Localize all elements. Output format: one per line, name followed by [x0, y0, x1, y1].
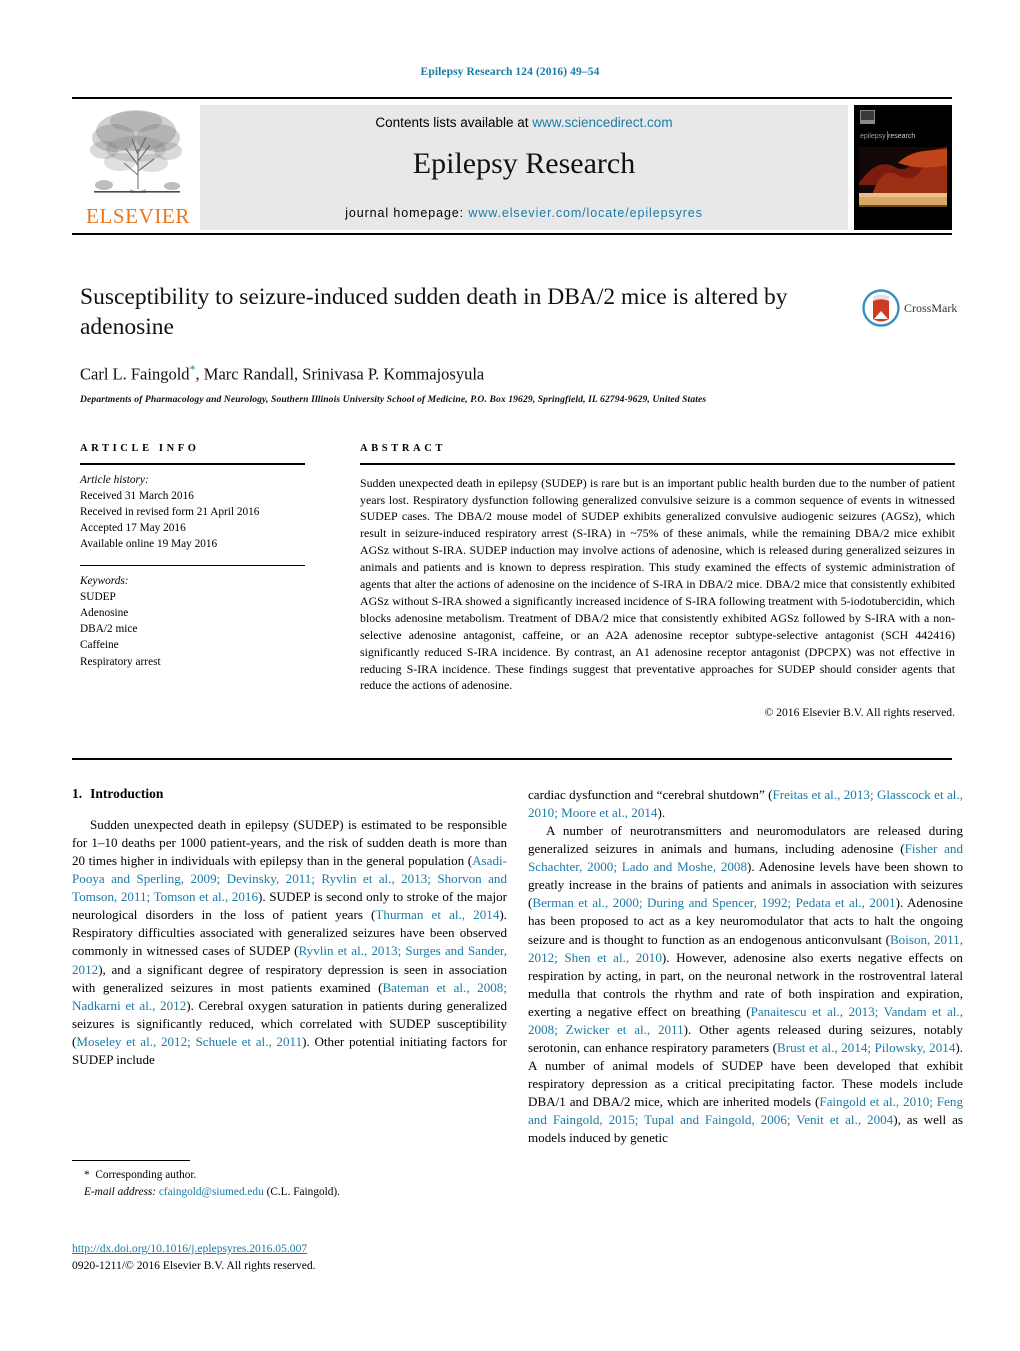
- doi-block: http://dx.doi.org/10.1016/j.eplepsyres.2…: [72, 1240, 507, 1275]
- article-info-rule: [80, 463, 305, 465]
- article-history-label: Article history:: [80, 473, 149, 486]
- keyword-item: Adenosine: [80, 607, 129, 620]
- journal-masthead: ELSEVIER Contents lists available at www…: [72, 97, 952, 232]
- crossmark-icon: [862, 289, 900, 327]
- svg-text:research: research: [888, 133, 915, 140]
- masthead-bottom-rule: [72, 233, 952, 236]
- intro-text: A number of neurotransmitters and neurom…: [528, 823, 963, 857]
- body-column-right: cardiac dysfunction and “cerebral shutdo…: [528, 786, 963, 1147]
- intro-paragraph-right: A number of neurotransmitters and neurom…: [528, 822, 963, 1147]
- elsevier-wordmark: ELSEVIER: [86, 204, 190, 228]
- crossmark-badge[interactable]: CrossMark: [862, 288, 958, 328]
- citation-link[interactable]: Moseley et al., 2012; Schuele et al., 20…: [76, 1034, 302, 1049]
- elsevier-tree-icon: [90, 110, 182, 193]
- journal-homepage-line: journal homepage: www.elsevier.com/locat…: [200, 206, 848, 220]
- section-heading-introduction: 1. Introduction: [72, 786, 507, 802]
- author-list: Carl L. Faingold*, Marc Randall, Sriniva…: [80, 362, 840, 385]
- footnote-marker: *: [84, 1169, 90, 1182]
- abstract-copyright: © 2016 Elsevier B.V. All rights reserved…: [764, 706, 955, 720]
- corresponding-author-footnote: * Corresponding author. E-mail address: …: [72, 1160, 507, 1200]
- citation-link[interactable]: Berman et al., 2000; During and Spencer,…: [532, 895, 895, 910]
- elsevier-logo: ELSEVIER: [72, 105, 200, 230]
- author-first: Carl L. Faingold: [80, 364, 190, 384]
- article-info-heading: ARTICLE INFO: [80, 443, 200, 454]
- keyword-item: Respiratory arrest: [80, 655, 161, 668]
- article-history-item: Accepted 17 May 2016: [80, 521, 186, 534]
- sciencedirect-link[interactable]: www.sciencedirect.com: [532, 115, 672, 130]
- keyword-item: Caffeine: [80, 639, 119, 652]
- keyword-item: DBA/2 mice: [80, 623, 138, 636]
- intro-paragraph-left: Sudden unexpected death in epilepsy (SUD…: [72, 816, 507, 1069]
- intro-text: cardiac dysfunction and “cerebral shutdo…: [528, 787, 773, 802]
- keyword-item: SUDEP: [80, 591, 116, 604]
- email-label: E-mail address:: [84, 1185, 157, 1198]
- footnote-body: * Corresponding author. E-mail address: …: [72, 1167, 507, 1200]
- intro-text: Sudden unexpected death in epilepsy (SUD…: [72, 817, 507, 869]
- journal-cover-image: epilepsy research: [854, 105, 952, 230]
- keywords-block: Keywords: SUDEP Adenosine DBA/2 mice Caf…: [80, 573, 305, 669]
- svg-text:epilepsy: epilepsy: [860, 133, 886, 140]
- running-head: Epilepsy Research 124 (2016) 49–54: [420, 66, 600, 78]
- article-history-item: Received 31 March 2016: [80, 489, 194, 502]
- abstract-bottom-rule: [72, 758, 952, 760]
- email-owner: (C.L. Faingold).: [266, 1185, 340, 1198]
- title-block: Susceptibility to seizure-induced sudden…: [80, 282, 840, 405]
- footnote-rule: [72, 1160, 190, 1162]
- footnote-label: Corresponding author.: [95, 1169, 197, 1182]
- doi-link[interactable]: http://dx.doi.org/10.1016/j.eplepsyres.2…: [72, 1240, 507, 1257]
- journal-title: Epilepsy Research: [412, 147, 636, 180]
- homepage-prefix: journal homepage:: [345, 206, 469, 220]
- masthead-center: Contents lists available at www.scienced…: [200, 105, 848, 230]
- author-rest: , Marc Randall, Srinivasa P. Kommajosyul…: [195, 364, 485, 384]
- contents-prefix: Contents lists available at: [375, 115, 533, 130]
- article-history: Article history: Received 31 March 2016 …: [80, 472, 305, 552]
- page-title: Susceptibility to seizure-induced sudden…: [80, 284, 788, 341]
- abstract-rule: [360, 463, 955, 465]
- citation-link[interactable]: Thurman et al., 2014: [375, 907, 499, 922]
- article-history-item: Received in revised form 21 April 2016: [80, 505, 260, 518]
- abstract-heading: ABSTRACT: [360, 443, 446, 454]
- keywords-rule: [80, 564, 305, 567]
- journal-homepage-link[interactable]: www.elsevier.com/locate/epilepsyres: [468, 206, 702, 220]
- article-info-block: ARTICLE INFO Article history: Received 3…: [80, 443, 305, 670]
- body-column-left: 1. Introduction Sudden unexpected death i…: [72, 786, 507, 1069]
- section-number: 1.: [72, 786, 83, 801]
- abstract-text: Sudden unexpected death in epilepsy (SUD…: [360, 475, 955, 693]
- section-title: Introduction: [90, 786, 164, 801]
- author-affiliation: Departments of Pharmacology and Neurolog…: [80, 393, 707, 405]
- issn-copyright-line: 0920-1211/© 2016 Elsevier B.V. All right…: [72, 1259, 316, 1273]
- email-link[interactable]: cfaingold@siumed.edu: [159, 1186, 264, 1198]
- crossmark-label: CrossMark: [904, 300, 958, 315]
- journal-cover-thumbnail: epilepsy research: [854, 105, 952, 230]
- abstract-block: ABSTRACT Sudden unexpected death in epil…: [360, 443, 955, 719]
- article-history-item: Available online 19 May 2016: [80, 537, 218, 550]
- contents-available-line: Contents lists available at www.scienced…: [200, 115, 848, 130]
- footnote-line-1: * Corresponding author.: [72, 1167, 507, 1183]
- keywords-label: Keywords:: [80, 575, 129, 588]
- intro-text: ).: [657, 805, 666, 821]
- intro-paragraph-right-continued: cardiac dysfunction and “cerebral shutdo…: [528, 786, 963, 822]
- paper-page: Epilepsy Research 124 (2016) 49–54 ELSEV…: [0, 0, 1020, 1351]
- footnote-line-2: E-mail address: cfaingold@siumed.edu (C.…: [72, 1184, 507, 1200]
- citation-link[interactable]: Brust et al., 2014; Pilowsky, 2014: [777, 1040, 955, 1055]
